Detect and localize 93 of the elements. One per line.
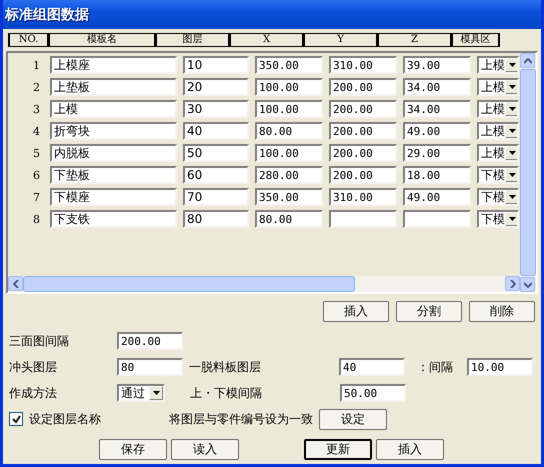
stripper-layer-field[interactable]: 40 — [339, 358, 405, 376]
x-field[interactable]: 80.00 — [255, 122, 323, 140]
column-header[interactable]: 模板名 — [48, 33, 156, 47]
row-number: 5 — [32, 146, 41, 160]
field-label: 一脱料板图层 — [189, 358, 262, 376]
set-layer-name-checkbox[interactable]: 设定图层名称 — [9, 410, 101, 428]
window-title: 标准组图数据 — [5, 6, 89, 24]
layer-field[interactable]: 70 — [183, 188, 249, 206]
row-number: 3 — [32, 102, 41, 116]
die-side-dropdown[interactable]: 下模 — [477, 210, 519, 228]
set-button[interactable]: 设定 — [319, 408, 387, 430]
action-button[interactable]: 削除 — [469, 301, 535, 322]
name-field[interactable]: 上垫板 — [50, 78, 177, 96]
x-field[interactable]: 100.00 — [255, 78, 323, 96]
row-number: 7 — [32, 190, 41, 204]
y-field[interactable] — [329, 210, 397, 228]
name-field[interactable]: 折弯块 — [50, 122, 177, 140]
die-gap-field[interactable]: 50.00 — [340, 384, 406, 402]
scroll-up-icon[interactable] — [520, 53, 535, 68]
dialog-button[interactable]: 保存 — [99, 439, 167, 460]
layer-field[interactable]: 60 — [183, 166, 249, 184]
z-field[interactable] — [403, 210, 471, 228]
name-field[interactable]: 下垫板 — [50, 166, 177, 184]
scroll-left-icon[interactable] — [8, 276, 23, 291]
row-number: 8 — [32, 212, 41, 226]
checkbox-icon[interactable] — [9, 412, 23, 426]
name-field[interactable]: 内脱板 — [50, 144, 177, 162]
x-field[interactable]: 350.00 — [255, 188, 323, 206]
scroll-right-icon[interactable] — [505, 276, 520, 291]
y-field[interactable]: 200.00 — [329, 78, 397, 96]
column-header[interactable]: 图层 — [155, 33, 230, 47]
x-field[interactable]: 100.00 — [255, 100, 323, 118]
layer-field[interactable]: 50 — [183, 144, 249, 162]
z-field[interactable]: 29.00 — [403, 144, 471, 162]
die-side-dropdown[interactable]: 下模 — [477, 166, 519, 184]
column-header[interactable]: 模具区 — [451, 33, 500, 47]
y-field[interactable]: 310.00 — [329, 188, 397, 206]
y-field[interactable]: 200.00 — [329, 166, 397, 184]
z-field[interactable]: 49.00 — [403, 188, 471, 206]
z-field[interactable]: 34.00 — [403, 78, 471, 96]
x-field[interactable]: 80.00 — [255, 210, 323, 228]
row-number: 2 — [32, 80, 41, 94]
action-button[interactable]: 分割 — [396, 301, 462, 322]
die-side-dropdown[interactable]: 上模 — [477, 144, 519, 162]
field-label: 冲头图层 — [9, 358, 58, 376]
row-number: 6 — [32, 168, 41, 182]
z-field[interactable]: 39.00 — [403, 56, 471, 74]
die-side-dropdown[interactable]: 下模 — [477, 188, 519, 206]
column-header[interactable]: Y — [303, 33, 378, 47]
die-side-dropdown[interactable]: 上模 — [477, 100, 519, 118]
z-field[interactable]: 18.00 — [403, 166, 471, 184]
row-number: 1 — [32, 58, 41, 72]
x-field[interactable]: 100.00 — [255, 144, 323, 162]
die-side-dropdown[interactable]: 上模 — [477, 122, 519, 140]
name-field[interactable]: 上模座 — [50, 56, 177, 74]
spacing-field[interactable]: 10.00 — [467, 358, 533, 376]
horizontal-scrollbar[interactable] — [8, 276, 520, 292]
field-label: 三面图间隔 — [9, 332, 70, 350]
name-field[interactable]: 下支铁 — [50, 210, 177, 228]
field-label: 将图层与零件编号设为一致 — [169, 410, 314, 428]
layer-field[interactable]: 20 — [183, 78, 249, 96]
scroll-thumb[interactable] — [23, 276, 355, 292]
action-button[interactable]: 插入 — [323, 301, 389, 322]
scroll-down-icon[interactable] — [520, 277, 535, 292]
dialog-button[interactable]: 读入 — [171, 439, 239, 460]
field-label: 上・下模间隔 — [190, 384, 263, 402]
x-field[interactable]: 280.00 — [255, 166, 323, 184]
z-field[interactable]: 34.00 — [403, 100, 471, 118]
name-field[interactable]: 上模 — [50, 100, 177, 118]
y-field[interactable]: 310.00 — [329, 56, 397, 74]
y-field[interactable]: 200.00 — [329, 122, 397, 140]
z-field[interactable]: 49.00 — [403, 122, 471, 140]
die-side-dropdown[interactable]: 上模 — [477, 78, 519, 96]
view-gap-field[interactable]: 200.00 — [117, 332, 183, 350]
column-header[interactable]: X — [229, 33, 304, 47]
y-field[interactable]: 200.00 — [329, 144, 397, 162]
dialog-button[interactable]: 更新 — [304, 439, 372, 460]
x-field[interactable]: 350.00 — [255, 56, 323, 74]
layer-field[interactable]: 10 — [183, 56, 249, 74]
y-field[interactable]: 200.00 — [329, 100, 397, 118]
column-header[interactable]: Z — [377, 33, 452, 47]
layer-field[interactable]: 80 — [183, 210, 249, 228]
column-header[interactable]: NO. — [8, 33, 49, 47]
field-label: 作成方法 — [9, 384, 58, 402]
die-side-dropdown[interactable]: 上模 — [477, 56, 519, 74]
row-number: 4 — [32, 124, 41, 138]
layer-field[interactable]: 30 — [183, 100, 249, 118]
punch-layer-field[interactable]: 80 — [117, 358, 183, 376]
name-field[interactable]: 下模座 — [50, 188, 177, 206]
method-dropdown[interactable]: 通过 — [117, 384, 165, 402]
layer-field[interactable]: 40 — [183, 122, 249, 140]
dialog-button[interactable]: 插入 — [376, 439, 444, 460]
field-label: ：间隔 — [417, 358, 454, 376]
